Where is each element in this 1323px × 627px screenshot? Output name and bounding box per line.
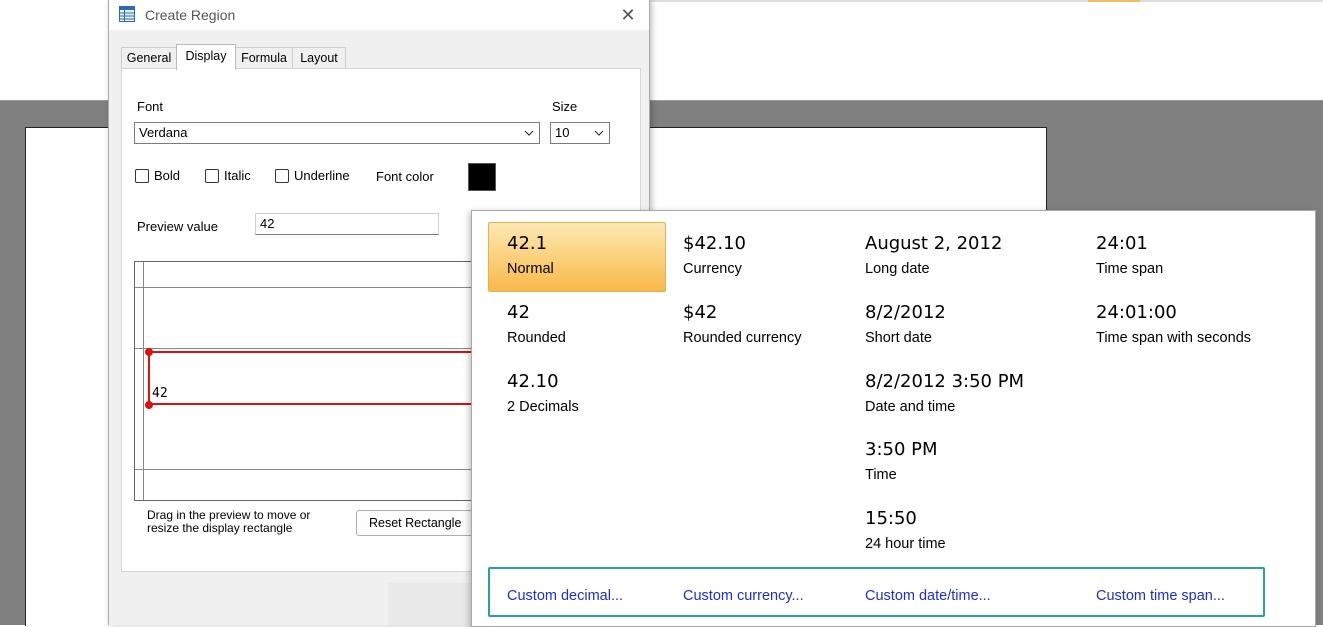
format-example: 8/2/2012 3:50 PM [865,371,1025,392]
italic-label: Italic [224,168,251,183]
font-select[interactable]: Verdana [134,122,540,144]
preview-grid-line [135,469,495,470]
underline-label: Underline [294,168,350,183]
bold-label: Bold [154,168,181,183]
font-color-label: Font color [376,169,434,184]
format-example: $42.10 [683,233,746,254]
format-name: Short date [865,330,932,346]
format-example: 42 [507,302,530,323]
format-example: $42 [683,302,718,323]
format-name: Rounded currency [683,330,802,346]
font-select-value: Verdana [139,125,188,140]
format-short-date[interactable]: 8/2/2012 Short date [865,302,946,347]
preview-hint: Drag in the preview to move or resize th… [147,509,310,535]
preview-value-label: Preview value [137,219,218,234]
format-name: 2 Decimals [507,399,579,415]
format-example: 8/2/2012 [865,302,946,323]
format-normal[interactable]: 42.1 Normal [488,222,666,292]
format-time-span[interactable]: 24:01 Time span [1096,233,1163,278]
format-name: Date and time [865,399,956,415]
format-example: August 2, 2012 [865,233,1003,254]
resize-handle-top-left[interactable] [145,348,153,356]
preview-area[interactable]: 42 [134,261,496,501]
format-example: 3:50 PM [865,439,938,460]
dialog-titlebar: Create Region ✕ [109,0,649,30]
dialog-title: Create Region [145,7,236,23]
format-rounded[interactable]: 42 Rounded [507,302,566,347]
resize-handle-bottom-left[interactable] [145,401,153,409]
display-rectangle[interactable] [148,351,495,405]
size-select-value: 10 [555,125,570,140]
format-long-date[interactable]: August 2, 2012 Long date [865,233,1002,278]
format-24-hour-time[interactable]: 15:50 24 hour time [865,508,946,553]
format-example: 42.10 [507,371,559,392]
tab-display[interactable]: Display [176,44,236,70]
preview-grid-line [135,348,495,349]
format-example: 15:50 [865,508,917,529]
format-name: 24 hour time [865,536,946,552]
ribbon-edge [650,0,1323,2]
format-name: Long date [865,261,930,277]
format-name: Time span [1096,261,1164,277]
italic-checkbox-box[interactable] [205,169,219,183]
size-label: Size [552,99,578,114]
preview-grid-line [135,287,495,288]
format-time-span-seconds[interactable]: 24:01:00 Time span with seconds [1096,302,1251,347]
format-name: Normal [507,261,554,277]
font-color-swatch[interactable] [468,163,496,191]
format-name: Currency [683,261,742,277]
format-name: Time span with seconds [1096,330,1252,346]
format-example: 24:01:00 [1096,302,1177,323]
format-name: Time [865,467,897,483]
size-select[interactable]: 10 [550,122,610,144]
tab-general[interactable]: General [121,47,177,69]
preview-value-input[interactable]: 42 [255,213,439,235]
close-button[interactable]: ✕ [617,4,639,26]
bold-checkbox-box[interactable] [135,169,149,183]
format-two-decimals[interactable]: 42.10 2 Decimals [507,371,579,416]
format-rounded-currency[interactable]: $42 Rounded currency [683,302,802,347]
chevron-down-icon [594,130,604,136]
ribbon-active-accent [1088,0,1140,2]
table-icon [119,6,135,22]
underline-checkbox-box[interactable] [275,169,289,183]
font-label: Font [137,99,164,114]
preview-margin-line [143,262,144,500]
format-date-time[interactable]: 8/2/2012 3:50 PM Date and time [865,371,1024,416]
chevron-down-icon [524,130,534,136]
format-time[interactable]: 3:50 PM Time [865,439,938,484]
preview-rendered-value: 42 [152,386,168,401]
format-picker-popup: 42.1 Normal $42.10 Currency August 2, 20… [471,210,1316,627]
format-example: 24:01 [1096,233,1148,254]
tab-layout[interactable]: Layout [292,47,346,69]
format-name: Rounded [507,330,566,346]
format-example: 42.1 [507,233,548,254]
reset-rectangle-button[interactable]: Reset Rectangle [356,510,486,536]
format-grid: 42.1 Normal $42.10 Currency August 2, 20… [472,211,1315,626]
tab-formula[interactable]: Formula [235,47,293,69]
preview-hint-line: resize the display rectangle [147,521,293,535]
format-currency[interactable]: $42.10 Currency [683,233,746,278]
